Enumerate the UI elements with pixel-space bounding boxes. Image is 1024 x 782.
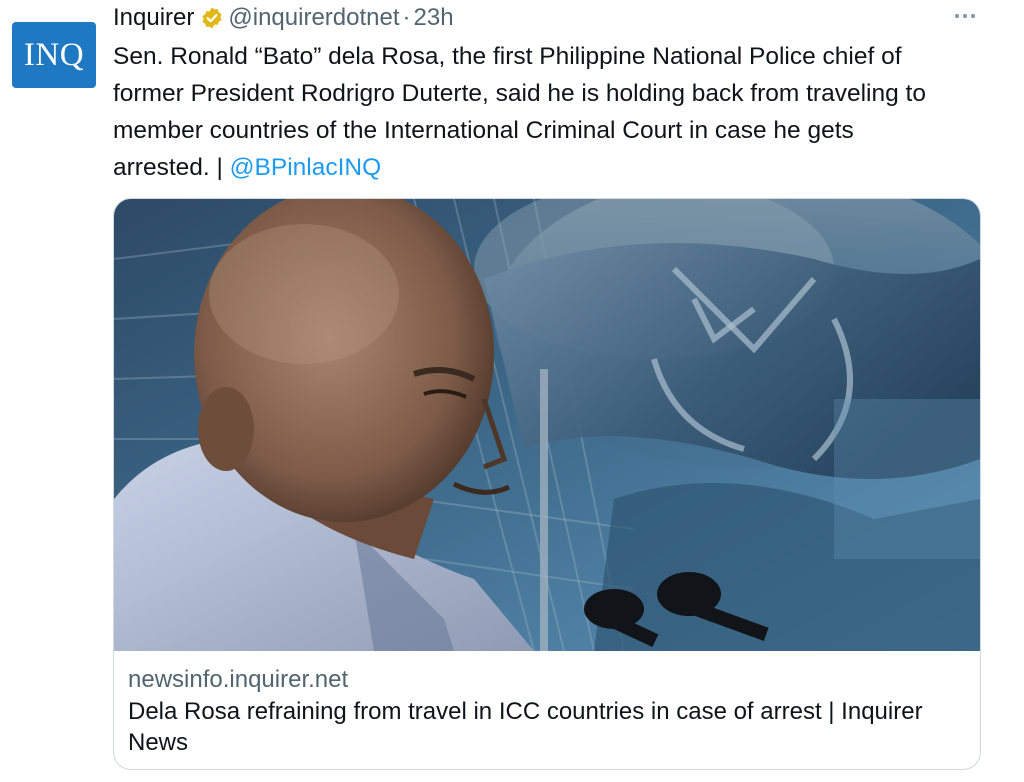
tweet-text: Sen. Ronald “Bato” dela Rosa, the first … bbox=[113, 38, 993, 186]
tweet-header: Inquirer @inquirerdotnet · 23h bbox=[113, 3, 454, 33]
handle[interactable]: @inquirerdotnet bbox=[228, 4, 399, 32]
timestamp[interactable]: 23h bbox=[414, 4, 454, 32]
tweet-text-line: arrested. | bbox=[113, 154, 230, 181]
link-preview-card[interactable]: newsinfo.inquirer.net Dela Rosa refraini… bbox=[113, 198, 981, 770]
verified-badge-icon bbox=[200, 6, 224, 30]
tweet-text-line: former President Rodrigro Duterte, said … bbox=[113, 80, 926, 107]
card-meta: newsinfo.inquirer.net Dela Rosa refraini… bbox=[128, 665, 968, 758]
separator-dot: · bbox=[402, 4, 411, 31]
tweet-text-line: member countries of the International Cr… bbox=[113, 117, 854, 144]
card-title[interactable]: Dela Rosa refraining from travel in ICC … bbox=[128, 696, 968, 758]
card-domain[interactable]: newsinfo.inquirer.net bbox=[128, 665, 968, 695]
more-options-icon[interactable] bbox=[950, 4, 980, 28]
tweet-text-line: Sen. Ronald “Bato” dela Rosa, the first … bbox=[113, 43, 902, 70]
display-name[interactable]: Inquirer bbox=[113, 4, 194, 32]
tweet[interactable]: INQ Inquirer @inquirerdotnet · 23h Sen. … bbox=[0, 0, 1024, 782]
avatar-logo-text: INQ bbox=[23, 36, 85, 73]
tweet-text-last-line: arrested. | @BPinlacINQ bbox=[113, 149, 993, 186]
mention-link[interactable]: @BPinlacINQ bbox=[230, 154, 382, 181]
news-photo[interactable] bbox=[114, 199, 980, 651]
avatar[interactable]: INQ bbox=[12, 22, 96, 88]
